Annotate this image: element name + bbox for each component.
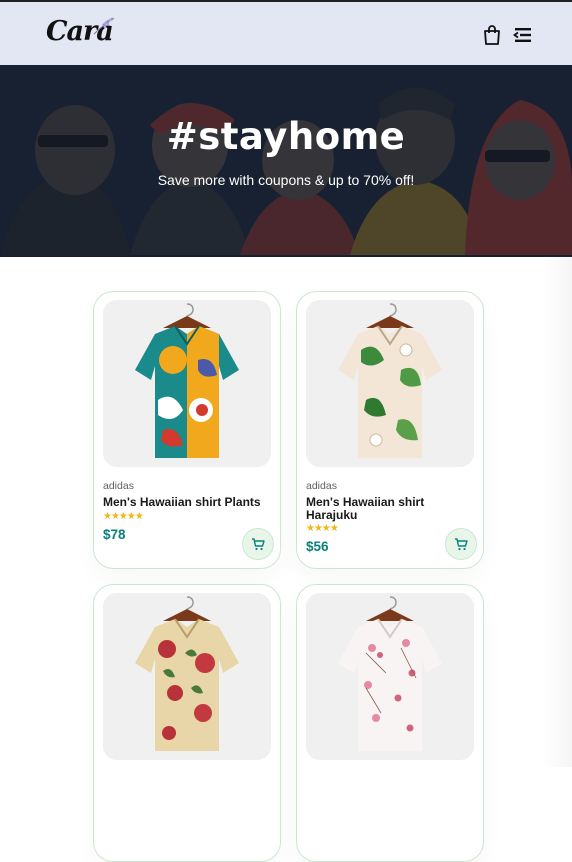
product-rating-stars: ★★★★★ — [103, 511, 144, 522]
shirt-floral-image — [103, 593, 271, 760]
shirt-plants-image — [103, 300, 271, 467]
hero-illustration — [0, 65, 572, 257]
product-price: $56 — [306, 539, 329, 554]
product-card[interactable]: adidas Men's Hawaiian shirt Plants ★★★★★… — [93, 291, 281, 569]
product-name: Men's Hawaiian shirt Plants — [103, 495, 261, 509]
shirt-blossom-image — [306, 593, 474, 760]
product-card[interactable] — [296, 584, 484, 862]
lavender-flower-icon — [93, 17, 115, 35]
product-price: $78 — [103, 527, 126, 542]
add-to-cart-button[interactable] — [242, 528, 274, 560]
cart-icon — [455, 538, 468, 551]
product-name: Men's Hawaiian shirt Harajuku — [306, 495, 425, 522]
page-edge-shadow — [542, 257, 572, 767]
product-image — [103, 593, 271, 760]
product-rating-stars: ★★★★ — [306, 523, 339, 534]
product-image — [103, 300, 271, 467]
menu-icon[interactable] — [512, 25, 534, 45]
product-brand: adidas — [103, 480, 134, 492]
product-card[interactable]: adidas Men's Hawaiian shirt Harajuku ★★★… — [296, 291, 484, 569]
hero-title: #stayhome — [166, 115, 406, 158]
cart-icon — [252, 538, 265, 551]
product-image — [306, 300, 474, 467]
shopping-bag-icon[interactable] — [482, 24, 502, 46]
hero-banner: #stayhome Save more with coupons & up to… — [0, 65, 572, 257]
hero-subtitle: Save more with coupons & up to 70% off! — [157, 172, 415, 188]
product-brand: adidas — [306, 480, 337, 492]
product-card[interactable] — [93, 584, 281, 862]
site-header: Cara — [0, 2, 572, 65]
add-to-cart-button[interactable] — [445, 528, 477, 560]
product-image — [306, 593, 474, 760]
shirt-harajuku-image — [306, 300, 474, 467]
